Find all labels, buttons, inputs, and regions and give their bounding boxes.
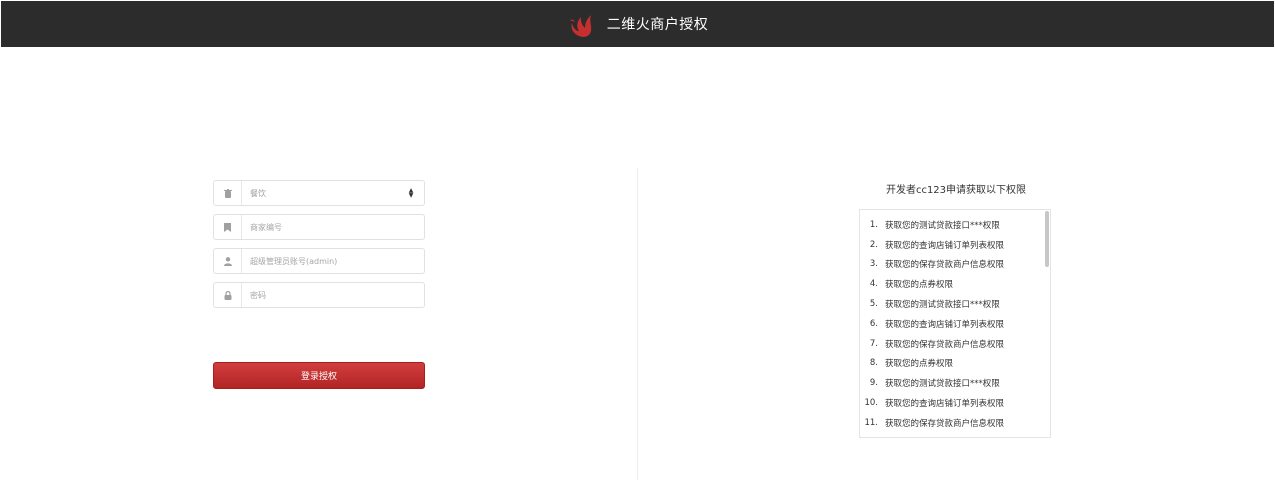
list-item-text: 获取您的保存贷款商户信息权限 (885, 418, 1005, 429)
auth-form: 餐饮 ▲ ▼ (213, 180, 425, 316)
list-item-number: 8. (869, 358, 878, 369)
list-item: 3. 获取您的保存贷款商户信息权限 (860, 255, 1050, 275)
permissions-title: 开发者cc123申请获取以下权限 (885, 185, 1027, 196)
list-item-text: 获取您的查询店铺订单列表权限 (885, 399, 1005, 410)
user-icon (214, 249, 242, 273)
category-value: 餐饮 (250, 188, 266, 198)
list-item: 10. 获取您的查询店铺订单列表权限 (860, 393, 1050, 413)
list-item: 5. 获取您的测试贷款接口***权限 (860, 294, 1050, 314)
list-item-text: 获取您的保存贷款商户信息权限 (885, 339, 1005, 350)
page-title: 二维火商户授权 (606, 17, 709, 33)
trash-icon (214, 181, 242, 205)
lock-icon (214, 283, 242, 307)
list-item: 9. 获取您的测试贷款接口***权限 (860, 373, 1050, 393)
list-item: 11. 获取您的保存贷款商户信息权限 (860, 413, 1050, 433)
list-item-number: 6. (869, 318, 878, 329)
login-authorize-button[interactable]: 登录授权 (213, 362, 425, 389)
password-field[interactable] (213, 282, 425, 308)
select-arrows-icon: ▲ ▼ (408, 187, 414, 199)
admin-account-field[interactable] (213, 248, 425, 274)
list-item: 4. 获取您的点券权限 (860, 274, 1050, 294)
top-bar: 二维火商户授权 (1, 1, 1274, 47)
list-item-text: 获取您的测试贷款接口***权限 (885, 300, 1000, 311)
list-item: 8. 获取您的点券权限 (860, 354, 1050, 374)
list-item-number: 11. (864, 417, 878, 428)
brand: 二维火商户授权 (567, 9, 709, 39)
list-item-text: 获取您的点券权限 (885, 280, 954, 291)
list-item-number: 9. (869, 378, 878, 389)
vertical-divider (637, 168, 638, 480)
list-item: 2. 获取您的查询店铺订单列表权限 (860, 235, 1050, 255)
list-item: 1. 获取您的测试贷款接口***权限 (860, 215, 1050, 235)
permissions-list: 1. 获取您的测试贷款接口***权限 2. 获取您的查询店铺订单列表权限 3. 获取您的保… (860, 210, 1050, 433)
list-item-text: 获取您的保存贷款商户信息权限 (885, 260, 1005, 271)
list-item-number: 7. (869, 338, 878, 349)
list-item-text: 获取您的测试贷款接口***权限 (885, 379, 1000, 390)
bookmark-icon (214, 215, 242, 239)
scrollbar[interactable] (1045, 211, 1049, 267)
merchant-id-input[interactable] (242, 214, 424, 240)
password-input[interactable] (242, 282, 424, 308)
flame-icon (569, 15, 591, 37)
list-item-text: 获取您的点券权限 (885, 359, 954, 370)
merchant-id-field[interactable] (213, 214, 425, 240)
list-item-text: 获取您的查询店铺订单列表权限 (885, 240, 1005, 251)
list-item-number: 5. (869, 299, 878, 310)
list-item-number: 3. (869, 259, 878, 270)
list-item: 7. 获取您的保存贷款商户信息权限 (860, 334, 1050, 354)
category-select[interactable]: 餐饮 ▲ ▼ (213, 180, 425, 206)
list-item-number: 1. (869, 219, 878, 230)
admin-account-input[interactable] (242, 248, 424, 274)
list-item: 6. 获取您的查询店铺订单列表权限 (860, 314, 1050, 334)
list-item-number: 4. (869, 279, 878, 290)
list-item-number: 10. (864, 398, 878, 409)
list-item-number: 2. (869, 239, 878, 250)
permissions-list-box[interactable]: 1. 获取您的测试贷款接口***权限 2. 获取您的查询店铺订单列表权限 3. 获取您的保… (859, 209, 1051, 438)
list-item-text: 获取您的测试贷款接口***权限 (885, 220, 1000, 231)
list-item-text: 获取您的查询店铺订单列表权限 (885, 319, 1005, 330)
